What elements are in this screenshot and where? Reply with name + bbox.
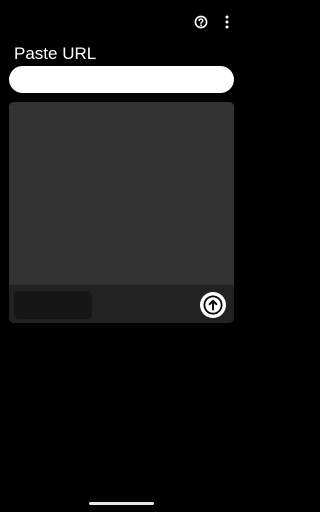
url-input[interactable]	[9, 66, 234, 93]
top-toolbar	[193, 14, 235, 30]
more-options-icon[interactable]	[219, 14, 235, 30]
help-icon[interactable]	[193, 14, 209, 30]
card-bottom-bar	[9, 285, 234, 323]
paste-url-label: Paste URL	[14, 44, 97, 63]
preview-card	[9, 102, 234, 323]
preview-area	[9, 102, 234, 285]
arrow-up-circle-icon	[203, 295, 223, 315]
upload-button[interactable]	[200, 292, 226, 318]
home-indicator[interactable]	[89, 502, 154, 505]
info-chip	[14, 291, 92, 319]
